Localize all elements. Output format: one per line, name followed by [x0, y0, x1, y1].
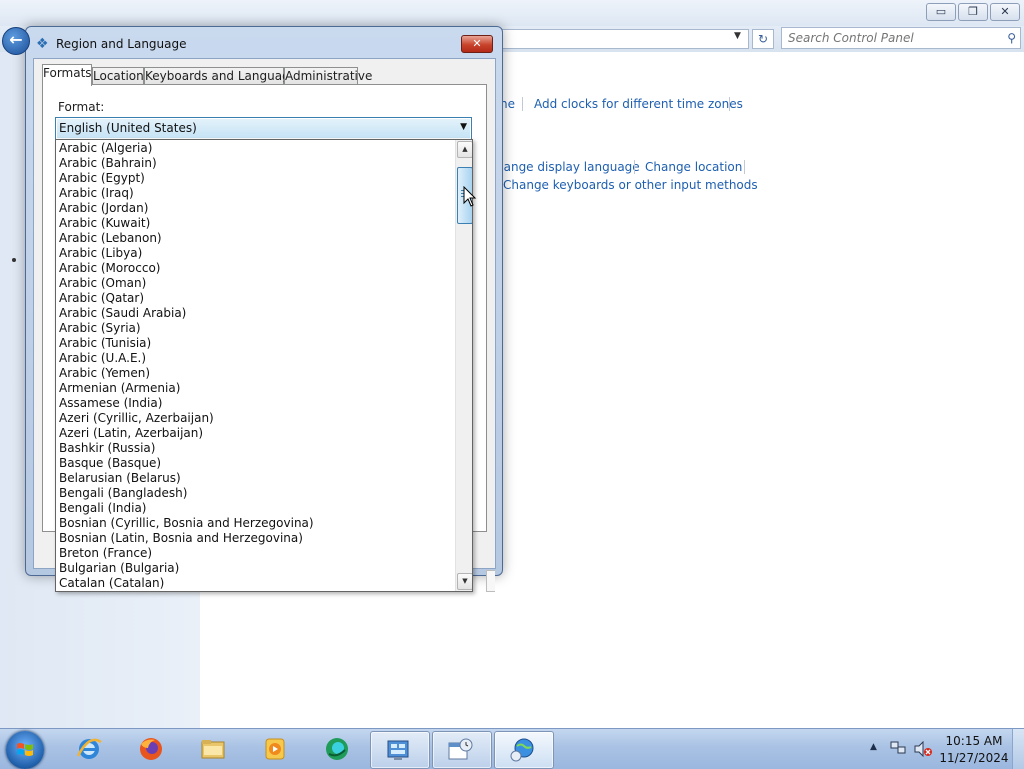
- firefox-taskbar-button[interactable]: [124, 731, 176, 767]
- format-option[interactable]: Arabic (Egypt): [59, 171, 454, 186]
- format-options-list[interactable]: Arabic (Algeria) Arabic (Bahrain) Arabic (…: [55, 139, 473, 592]
- show-hidden-icons-icon[interactable]: ▲: [870, 742, 877, 752]
- format-option[interactable]: Bosnian (Latin, Bosnia and Herzegovina): [59, 531, 454, 546]
- date-time-task-button[interactable]: [432, 731, 492, 769]
- green-app-icon: [326, 738, 348, 760]
- volume-muted-icon[interactable]: [914, 741, 932, 757]
- format-option[interactable]: Bashkir (Russia): [59, 441, 454, 456]
- format-option[interactable]: Bulgarian (Bulgaria): [59, 561, 454, 576]
- format-option[interactable]: Arabic (Qatar): [59, 291, 454, 306]
- format-option[interactable]: Bengali (Bangladesh): [59, 486, 454, 501]
- format-option[interactable]: Arabic (Algeria): [59, 141, 454, 156]
- internet-explorer-taskbar-button[interactable]: [62, 731, 114, 767]
- dialog-close-button[interactable]: ✕: [461, 35, 493, 53]
- tab-administrative[interactable]: Administrative: [284, 67, 372, 85]
- format-selected-value: English (United States): [59, 121, 197, 135]
- control-panel-task-button[interactable]: [370, 731, 430, 769]
- format-option[interactable]: Breton (France): [59, 546, 454, 561]
- format-option[interactable]: Belarusian (Belarus): [59, 471, 454, 486]
- link-separator: [522, 97, 523, 111]
- format-option[interactable]: Armenian (Armenia): [59, 381, 454, 396]
- format-option[interactable]: Bosnian (Cyrillic, Bosnia and Herzegovin…: [59, 516, 454, 531]
- format-option[interactable]: Arabic (Syria): [59, 321, 454, 336]
- refresh-button[interactable]: ↻: [752, 29, 774, 49]
- format-option[interactable]: Catalan (Catalan): [59, 576, 454, 591]
- mouse-cursor-icon: [463, 186, 477, 207]
- format-option[interactable]: Azeri (Cyrillic, Azerbaijan): [59, 411, 454, 426]
- apply-button-edge[interactable]: [486, 570, 495, 592]
- tab-location[interactable]: Location: [92, 67, 144, 85]
- minimize-button[interactable]: ▭: [926, 3, 956, 21]
- bullet-icon: [12, 258, 16, 262]
- format-option[interactable]: Basque (Basque): [59, 456, 454, 471]
- format-option[interactable]: Azeri (Latin, Azerbaijan): [59, 426, 454, 441]
- format-option[interactable]: Bengali (India): [59, 501, 454, 516]
- search-box[interactable]: ⚲: [781, 27, 1021, 49]
- control-panel-titlebar: ▭ ❐ ✕: [0, 0, 1024, 26]
- back-arrow-icon: ←: [9, 30, 23, 49]
- link-separator: [729, 97, 730, 111]
- notification-area: ▲ 10:15 AM 11/27/2024: [866, 729, 1024, 769]
- calendar-clock-icon: [448, 738, 473, 760]
- tab-formats[interactable]: Formats: [42, 64, 92, 86]
- format-option[interactable]: Arabic (Saudi Arabia): [59, 306, 454, 321]
- network-icon[interactable]: [890, 741, 906, 755]
- link-separator: [744, 160, 745, 174]
- folder-icon: [201, 740, 225, 759]
- format-option[interactable]: Arabic (Iraq): [59, 186, 454, 201]
- globe-icon: ❖: [36, 36, 49, 52]
- change-display-language-link[interactable]: hange display language: [496, 160, 640, 174]
- search-icon[interactable]: ⚲: [1007, 31, 1016, 45]
- refresh-icon: ↻: [757, 32, 769, 46]
- clock-date[interactable]: 11/27/2024: [934, 751, 1014, 765]
- format-label: Format:: [58, 100, 105, 114]
- format-options: Arabic (Algeria) Arabic (Bahrain) Arabic (…: [59, 141, 454, 591]
- format-option[interactable]: Assamese (India): [59, 396, 454, 411]
- control-panel-icon: [387, 740, 409, 760]
- tab-keyboards-and-languages[interactable]: Keyboards and Languages: [144, 67, 303, 85]
- close-button[interactable]: ✕: [990, 3, 1020, 21]
- format-option[interactable]: Arabic (Libya): [59, 246, 454, 261]
- address-dropdown-icon[interactable]: ▼: [734, 31, 741, 41]
- add-clocks-link[interactable]: Add clocks for different time zones: [534, 97, 743, 111]
- format-option[interactable]: Arabic (Morocco): [59, 261, 454, 276]
- media-player-icon: [265, 738, 285, 760]
- media-player-taskbar-button[interactable]: [248, 731, 300, 767]
- globe-clock-icon: [510, 738, 534, 762]
- maximize-button[interactable]: ❐: [958, 3, 988, 21]
- format-option[interactable]: Arabic (Tunisia): [59, 336, 454, 351]
- link-separator: [634, 160, 635, 174]
- back-button[interactable]: ←: [2, 27, 30, 55]
- format-option[interactable]: Arabic (Bahrain): [59, 156, 454, 171]
- chevron-down-icon[interactable]: ▼: [460, 122, 467, 132]
- internet-explorer-icon: [76, 738, 102, 759]
- show-desktop-button[interactable]: [1012, 729, 1024, 769]
- windows-logo-icon: [17, 743, 33, 756]
- dialog-title: Region and Language: [56, 37, 187, 51]
- firefox-icon: [140, 738, 162, 760]
- change-location-link[interactable]: Change location: [645, 160, 742, 174]
- file-explorer-taskbar-button[interactable]: [186, 731, 238, 767]
- region-language-task-button[interactable]: [494, 731, 554, 769]
- format-option[interactable]: Arabic (Lebanon): [59, 231, 454, 246]
- clock-time[interactable]: 10:15 AM: [934, 734, 1014, 748]
- format-dropdown[interactable]: English (United States) ▼: [55, 117, 472, 140]
- format-option[interactable]: Arabic (Oman): [59, 276, 454, 291]
- search-input[interactable]: [788, 28, 998, 48]
- address-field[interactable]: [500, 29, 749, 49]
- format-option[interactable]: Arabic (Jordan): [59, 201, 454, 216]
- format-option[interactable]: Arabic (U.A.E.): [59, 351, 454, 366]
- format-option[interactable]: Arabic (Kuwait): [59, 216, 454, 231]
- change-keyboards-link[interactable]: Change keyboards or other input methods: [503, 178, 758, 192]
- green-app-taskbar-button[interactable]: [310, 731, 362, 767]
- format-option[interactable]: Arabic (Yemen): [59, 366, 454, 381]
- start-button[interactable]: [6, 731, 44, 769]
- taskbar: ▲ 10:15 AM 11/27/2024: [0, 728, 1024, 769]
- scroll-down-button[interactable]: ▼: [457, 573, 472, 590]
- scroll-up-button[interactable]: ▲: [457, 141, 472, 158]
